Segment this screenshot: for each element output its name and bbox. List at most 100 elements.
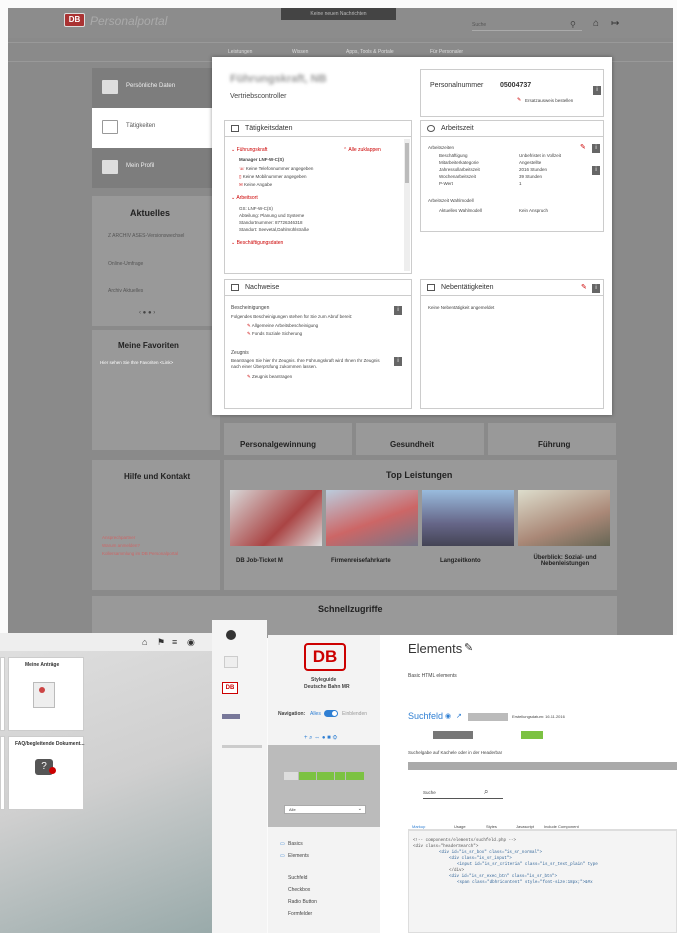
nav-personaler[interactable]: Für Personaler [430, 49, 463, 55]
photo-sozialleistungen[interactable] [518, 490, 610, 546]
home-icon[interactable]: ⌂ [142, 637, 147, 647]
tile-partial[interactable] [0, 657, 5, 731]
hilfe-link[interactable]: Warum anmelden? [102, 543, 140, 548]
photo-job-ticket[interactable] [230, 490, 322, 546]
flag-icon[interactable]: ⚑ [157, 637, 165, 648]
leistung-label[interactable]: Firmenreisefahrkarte [331, 558, 391, 564]
filter-chip[interactable] [317, 772, 334, 780]
row-value: Kein Anspruch [519, 208, 549, 213]
search-underline [423, 798, 503, 799]
tab-markup[interactable]: Markup [412, 824, 425, 829]
leistung-label[interactable]: DB Job-Ticket M [236, 558, 283, 564]
search-icon[interactable]: ⌕ [484, 787, 488, 797]
tile-meine-antraege[interactable]: Meine Anträge [8, 657, 84, 731]
link-zeugnis[interactable]: ✎ Zeugnis beantragen [247, 374, 292, 380]
section-beschaeftigungsdaten[interactable]: ⌄ Beschäftigungsdaten [231, 240, 283, 246]
navigation-toggle[interactable] [324, 710, 338, 717]
info-icon[interactable]: i [592, 284, 600, 293]
themen-tile[interactable] [356, 423, 484, 455]
section-label: Führungskraft [236, 147, 268, 153]
include-component[interactable]: Include Component [544, 824, 579, 829]
themen-gesundheit[interactable]: Gesundheit [390, 440, 434, 449]
pencil-icon[interactable]: ✎ [581, 283, 587, 291]
menu-elements[interactable]: Elements [288, 853, 309, 859]
themen-tile[interactable] [224, 423, 352, 455]
filter-chip[interactable] [299, 772, 316, 780]
filter-chip[interactable] [335, 772, 345, 780]
pencil-icon[interactable]: ✎ [580, 143, 586, 151]
section-arbeitsort[interactable]: ⌄ Arbeitsort [231, 195, 258, 201]
news-item[interactable]: Online-Umfrage [108, 261, 143, 267]
info-icon[interactable]: i [592, 144, 600, 153]
link-arbeitsbescheinigung[interactable]: ✎ Allgemeine Arbeitsbescheinigung [247, 323, 318, 329]
einblenden-label: Einblenden [342, 711, 368, 717]
compass-icon[interactable]: ◉ [187, 637, 195, 648]
notification-banner[interactable]: Keine neuen Nachrichten [281, 8, 396, 20]
ersatzausweis-link[interactable]: Ersatzausweis bestellen [525, 98, 573, 103]
hilfe-link[interactable]: Ansprechpartner [102, 535, 135, 540]
menu-radio-button[interactable]: Radio Button [288, 899, 317, 905]
news-item[interactable]: Z ARCHIV ASES-Versionswechsel [108, 233, 184, 239]
external-link-icon[interactable]: ↗ [456, 712, 462, 720]
info-icon[interactable]: i [592, 166, 600, 175]
description: Suchelgabe auf Kachele oder in der Heade… [408, 750, 503, 755]
menu-icon[interactable]: ≡ [172, 637, 177, 647]
row-key: Wochenarbeitszeit [439, 174, 476, 179]
filter-select[interactable]: Alle ⌄ [284, 805, 366, 814]
leistung-label[interactable]: Langzeitkonto [440, 558, 481, 564]
news-item[interactable]: Archiv Aktuelles [108, 288, 143, 294]
search-icon[interactable]: ⚲ [570, 20, 576, 29]
info-icon[interactable]: i [394, 357, 402, 366]
section-fuehrungskraft[interactable]: ⌄ Führungskraft [231, 147, 267, 153]
sidebar-item-persoenliche-daten[interactable]: Persönliche Daten [92, 68, 220, 108]
menu-formfelder[interactable]: Formfelder [288, 911, 312, 917]
db-logo[interactable]: DB [304, 643, 346, 671]
scrollbar[interactable] [404, 139, 410, 271]
menu-checkbox[interactable]: Checkbox [288, 887, 310, 893]
sidebar-item-taetigkeiten[interactable]: Tätigkeiten [92, 108, 220, 148]
db-logo[interactable]: DB [64, 13, 85, 27]
tile-partial[interactable] [0, 736, 5, 810]
toolbar-icons[interactable]: + ⌕ ⇔ ● ■ ⚙ [304, 735, 337, 742]
home-icon[interactable]: ⌂ [593, 18, 599, 29]
themen-fuehrung[interactable]: Führung [538, 440, 570, 449]
sidebar-item-mein-profil[interactable]: Mein Profil [92, 148, 220, 188]
tile-faq[interactable]: FAQ/begleitende Dokument... ? [8, 736, 84, 810]
styleguide-screen: DB Styleguide Deutsche Bahn MR Navigatio… [268, 635, 677, 933]
tab-javascript[interactable]: Javascript [516, 824, 534, 829]
nav-leistungen[interactable]: Leistungen [228, 49, 252, 55]
nav-wissen[interactable]: Wissen [292, 49, 308, 55]
leistung-label[interactable]: Überblick: Sozial- und Nebenleistungen [518, 555, 612, 567]
eye-icon[interactable]: ◉ [445, 712, 451, 720]
info-icon[interactable]: i [593, 86, 601, 95]
code-line: <!-- components/elements/suchfeld.php --… [413, 839, 517, 843]
themen-tile[interactable] [488, 423, 616, 455]
subheading: Arbeitszeit Wahlmodell [428, 198, 474, 203]
alle-zuklappen-button[interactable]: ⌃ Alle zuklappen [343, 147, 381, 153]
row-value: 2016 Stunden [519, 167, 548, 172]
card-title: Nachweise [225, 280, 411, 296]
tab-usage[interactable]: Usage [454, 824, 466, 829]
tab-styles[interactable]: Styles [486, 824, 497, 829]
photo-langzeitkonto[interactable] [422, 490, 514, 546]
themen-personalgewinnung[interactable]: Personalgewinnung [240, 440, 316, 449]
filter-chip[interactable] [346, 772, 364, 780]
alles-label: Alles [310, 711, 321, 717]
hilfe-link[interactable]: Kollersammlung im DB Personalportal [102, 551, 178, 556]
link-fonds[interactable]: ✎ Fonds Soziale Sicherung [247, 331, 302, 337]
menu-basics[interactable]: Basics [288, 841, 303, 847]
carousel-dots[interactable]: ‹ ● ● › [139, 310, 155, 316]
edit-icon[interactable]: ✎ [464, 641, 473, 654]
nav-apps[interactable]: Apps, Tools & Portale [346, 49, 394, 55]
navigation-label: Navigation: [278, 711, 306, 717]
menu-suchfeld[interactable]: Suchfeld [288, 875, 307, 881]
search-input[interactable]: Suche [423, 790, 436, 795]
photo-firmenreise[interactable] [326, 490, 418, 546]
info-icon[interactable]: i [394, 306, 402, 315]
favoriten-text: Hier sehen Sie Ihre Favoriten <Link> [100, 360, 174, 365]
search-input[interactable]: Suche [472, 19, 582, 31]
code-block[interactable]: <!-- components/elements/suchfeld.php --… [408, 830, 677, 933]
filter-chip[interactable] [284, 772, 298, 780]
logout-icon[interactable]: ↦ [611, 18, 619, 29]
card-title: Tätigkeitsdaten [225, 121, 411, 137]
